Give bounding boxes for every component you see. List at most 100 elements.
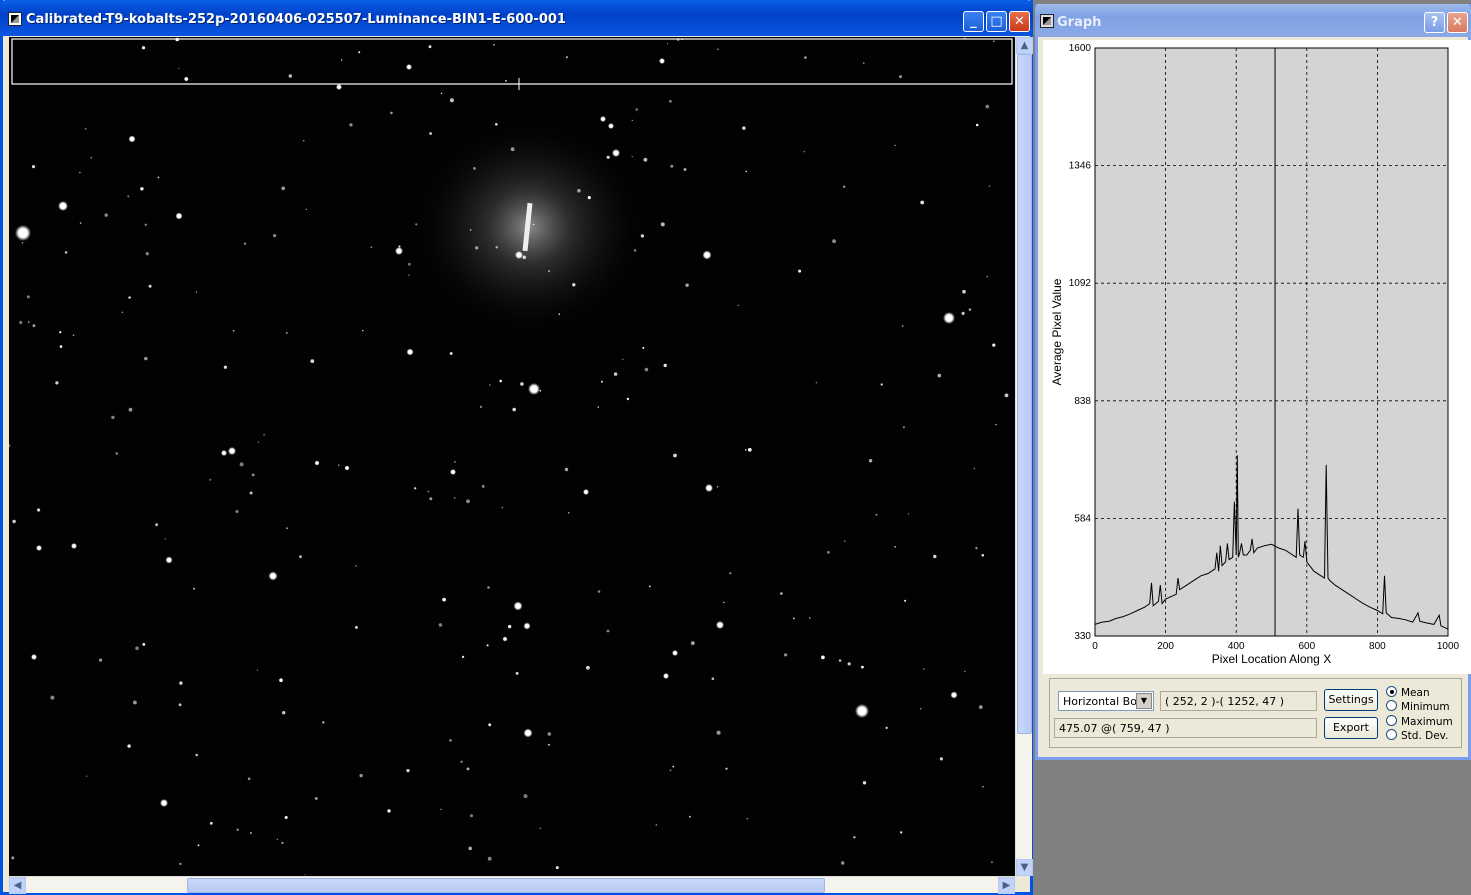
graph-window: Graph ? ✕ 0 200 400 600 800 1000 330 584 838 1092… <box>1035 4 1471 760</box>
star <box>606 629 610 633</box>
vertical-scroll-thumb[interactable] <box>1017 54 1032 734</box>
star <box>487 586 490 589</box>
scroll-up-icon[interactable]: ▲ <box>1016 37 1033 54</box>
profile-graph: 0 200 400 600 800 1000 330 584 838 1092 1346 1600 Pi… <box>1043 40 1471 674</box>
crosshair-icon <box>513 78 525 90</box>
maximize-button[interactable]: □ <box>986 11 1007 32</box>
star <box>395 247 403 255</box>
star <box>128 296 131 299</box>
radio-mean[interactable]: Mean <box>1386 686 1430 699</box>
star <box>209 478 212 481</box>
export-button[interactable]: Export <box>1324 717 1378 739</box>
star <box>281 186 286 191</box>
star <box>809 617 811 619</box>
star <box>950 691 958 699</box>
star <box>127 744 131 748</box>
star <box>564 467 569 472</box>
star <box>284 816 288 819</box>
star <box>933 554 937 559</box>
star <box>841 861 845 865</box>
star <box>968 308 972 311</box>
star <box>981 553 985 557</box>
star <box>488 723 492 727</box>
star <box>523 794 528 799</box>
x-tick-label: 0 <box>1092 641 1098 652</box>
astronomical-image[interactable] <box>9 37 1015 876</box>
star-field <box>9 37 1013 876</box>
profile-type-select[interactable]: Horizontal Box ▼ <box>1058 691 1154 711</box>
y-tick-label: 330 <box>1074 631 1091 642</box>
scroll-right-icon[interactable]: ▶ <box>998 877 1015 894</box>
star <box>577 188 581 193</box>
star <box>670 164 674 168</box>
star <box>79 222 82 224</box>
graph-window-title: Graph <box>1057 15 1102 30</box>
star <box>21 242 24 244</box>
star <box>612 149 620 157</box>
star <box>370 246 373 249</box>
vertical-scrollbar[interactable]: ▲ ▼ <box>1015 37 1033 876</box>
scroll-left-icon[interactable]: ◀ <box>9 877 26 894</box>
star <box>608 123 614 129</box>
y-axis-label: Average Pixel Value <box>1050 278 1064 385</box>
chevron-down-icon[interactable]: ▼ <box>1136 693 1152 709</box>
star <box>672 650 678 656</box>
radio-maximum-dot[interactable] <box>1386 715 1397 726</box>
horizontal-scrollbar[interactable]: ◀ ▶ <box>9 876 1015 894</box>
radio-std-dev-dot[interactable] <box>1386 729 1397 740</box>
star <box>962 289 966 294</box>
minimize-button[interactable]: _ <box>963 11 984 32</box>
star <box>844 540 846 542</box>
star <box>408 262 411 266</box>
star <box>669 769 672 772</box>
image-window-titlebar[interactable]: Calibrated-T9-kobalts-252p-20160406-0255… <box>0 0 1033 36</box>
star <box>164 538 166 540</box>
star <box>815 382 818 384</box>
star <box>144 223 147 226</box>
star <box>454 461 456 463</box>
plot-background <box>1094 47 1449 637</box>
horizontal-scroll-thumb[interactable] <box>187 878 825 893</box>
star <box>50 695 55 700</box>
y-tick-label: 1600 <box>1069 43 1092 54</box>
star <box>31 165 36 169</box>
star <box>920 708 922 710</box>
star <box>127 195 130 198</box>
star <box>59 345 63 348</box>
radio-minimum-dot[interactable] <box>1386 700 1397 711</box>
settings-button[interactable]: Settings <box>1324 689 1378 711</box>
star <box>832 239 836 244</box>
star <box>635 108 638 111</box>
star <box>99 658 103 662</box>
star <box>145 252 149 256</box>
star <box>975 547 978 550</box>
close-button[interactable]: ✕ <box>1009 11 1030 32</box>
scroll-down-icon[interactable]: ▼ <box>1016 859 1033 876</box>
radio-std-dev[interactable]: Std. Dev. <box>1386 729 1448 742</box>
star <box>279 678 283 682</box>
graph-window-titlebar[interactable]: Graph ? ✕ <box>1035 4 1471 37</box>
radio-maximum[interactable]: Maximum <box>1386 715 1453 728</box>
graph-close-button[interactable]: ✕ <box>1447 12 1468 33</box>
star <box>314 797 318 800</box>
star <box>449 739 452 742</box>
radio-mean-dot[interactable] <box>1386 686 1397 697</box>
help-button[interactable]: ? <box>1424 12 1445 33</box>
star <box>440 808 442 811</box>
star <box>982 785 984 788</box>
star <box>475 246 479 250</box>
profile-selection-box[interactable] <box>11 38 1013 85</box>
star <box>462 655 465 659</box>
star <box>510 147 515 152</box>
star <box>79 171 81 174</box>
star <box>314 460 320 466</box>
star <box>622 358 624 361</box>
star <box>964 670 966 673</box>
star <box>499 379 503 383</box>
star <box>780 592 783 595</box>
star <box>36 545 42 551</box>
star <box>473 167 476 170</box>
radio-minimum[interactable]: Minimum <box>1386 700 1450 713</box>
star <box>104 213 108 217</box>
star <box>178 703 182 707</box>
